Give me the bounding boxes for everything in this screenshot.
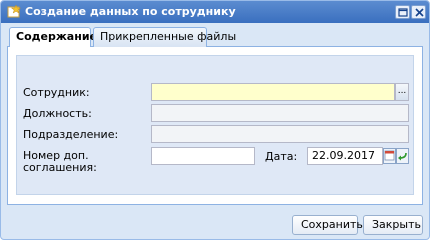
dialog-window: Создание данных по сотруднику Содержание… xyxy=(0,0,430,240)
department-label: Подразделение: xyxy=(23,128,119,141)
title-bar[interactable]: Создание данных по сотруднику xyxy=(1,1,429,23)
tab-strip: Содержание Прикрепленные файлы xyxy=(7,27,423,48)
window-title: Создание данных по сотруднику xyxy=(25,5,236,18)
department-field[interactable] xyxy=(151,125,409,143)
maximize-button[interactable] xyxy=(395,5,410,19)
close-button[interactable] xyxy=(411,5,426,19)
undo-green-arrow-icon xyxy=(396,148,409,164)
tab-body: Сотрудник: ... Должность: Подразделение:… xyxy=(7,47,423,205)
close-dialog-button[interactable]: Закрыть xyxy=(363,215,423,235)
tab-attached-files[interactable]: Прикрепленные файлы xyxy=(93,27,236,47)
employee-field[interactable] xyxy=(151,83,395,101)
form-fieldset: Сотрудник: ... Должность: Подразделение:… xyxy=(16,55,414,195)
agreement-number-label-line2: соглашения: xyxy=(23,161,97,174)
app-star-icon xyxy=(7,4,22,19)
position-field[interactable] xyxy=(151,104,409,122)
clear-date-button[interactable] xyxy=(396,148,409,164)
close-icon xyxy=(415,8,424,17)
date-label: Дата: xyxy=(265,150,298,163)
position-label: Должность: xyxy=(23,107,92,120)
tab-content[interactable]: Содержание xyxy=(9,27,97,48)
date-field[interactable]: 22.09.2017 xyxy=(307,147,383,165)
save-button[interactable]: Сохранить xyxy=(292,215,363,235)
employee-label: Сотрудник: xyxy=(23,86,90,99)
maximize-icon xyxy=(398,8,408,17)
ellipsis-icon: ... xyxy=(397,86,407,96)
calendar-icon xyxy=(383,148,396,164)
agreement-number-field[interactable] xyxy=(151,147,255,165)
employee-picker-button[interactable]: ... xyxy=(395,83,409,101)
tab-panel: Содержание Прикрепленные файлы Сотрудник… xyxy=(7,27,423,205)
calendar-button[interactable] xyxy=(383,148,396,164)
